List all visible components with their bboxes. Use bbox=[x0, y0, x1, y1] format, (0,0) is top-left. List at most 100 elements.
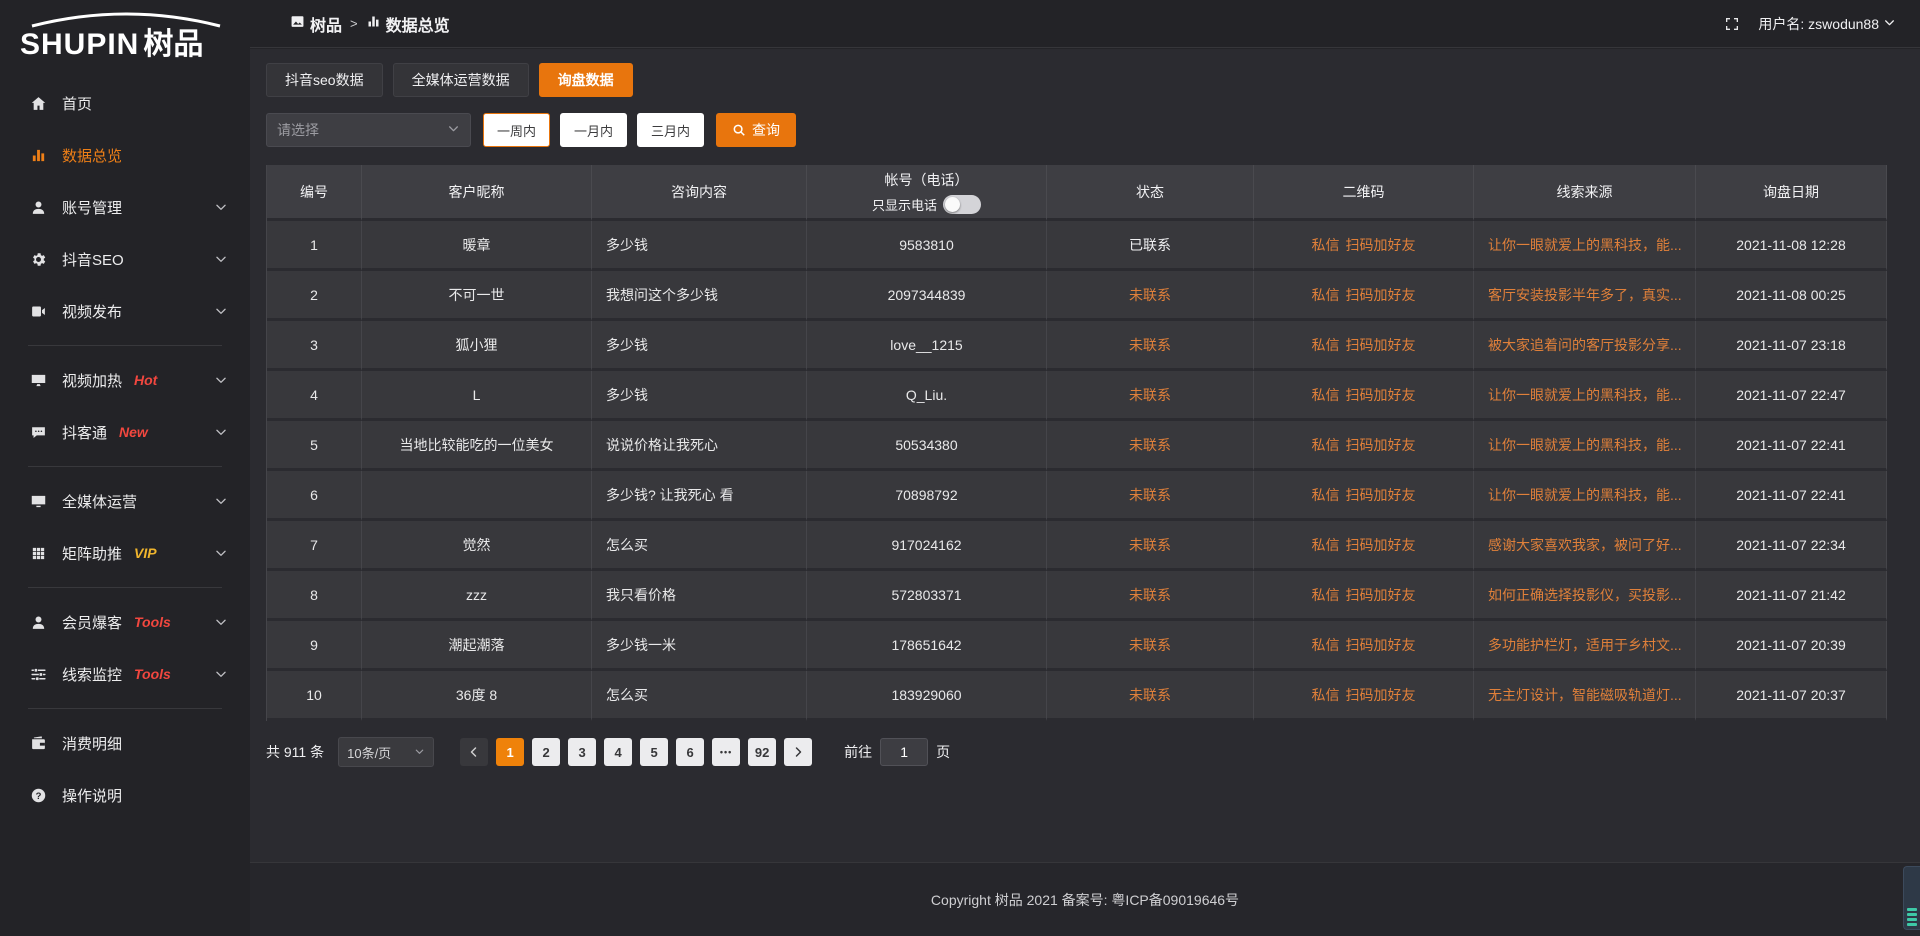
sidebar-item-home[interactable]: 首页 bbox=[0, 77, 250, 129]
goto-page: 前往 页 bbox=[844, 738, 950, 766]
qr-link[interactable]: 扫码加好友 bbox=[1346, 537, 1416, 553]
qr-link[interactable]: 私信 bbox=[1312, 237, 1340, 253]
period-button-1[interactable]: 一周内 bbox=[483, 113, 550, 147]
period-buttons: 一周内一月内三月内 bbox=[483, 113, 704, 147]
sidebar-item-label: 矩阵助推 bbox=[62, 543, 122, 564]
question-icon: ? bbox=[28, 787, 48, 804]
table-row: 1036度 8怎么买183929060未联系私信扫码加好友无主灯设计，智能磁吸轨… bbox=[267, 671, 1887, 721]
page-size-select[interactable]: 10条/页 bbox=[338, 737, 434, 767]
sidebar-item-omnimedia-operation[interactable]: 全媒体运营 bbox=[0, 475, 250, 527]
sidebar-item-label: 会员爆客 bbox=[62, 612, 122, 633]
sidebar-item-operation-guide[interactable]: ?操作说明 bbox=[0, 769, 250, 821]
sidebar-item-video-publish[interactable]: 视频发布 bbox=[0, 285, 250, 337]
cell-index: 7 bbox=[267, 521, 362, 571]
qr-link[interactable]: 扫码加好友 bbox=[1346, 337, 1416, 353]
qr-link[interactable]: 扫码加好友 bbox=[1346, 587, 1416, 603]
sidebar-item-badge: VIP bbox=[134, 545, 157, 561]
sidebar-item-clue-monitor[interactable]: 线索监控Tools bbox=[0, 648, 250, 700]
qr-link[interactable]: 私信 bbox=[1312, 337, 1340, 353]
period-button-2[interactable]: 一月内 bbox=[560, 113, 627, 147]
header-status: 状态 bbox=[1047, 165, 1254, 221]
cell-nickname: 36度 8 bbox=[362, 671, 592, 721]
page-button-6[interactable]: 6 bbox=[676, 738, 704, 766]
sidebar-item-douketong[interactable]: 抖客通New bbox=[0, 406, 250, 458]
tab-omnimedia-data[interactable]: 全媒体运营数据 bbox=[393, 63, 529, 97]
qr-link[interactable]: 私信 bbox=[1312, 687, 1340, 703]
qr-link[interactable]: 私信 bbox=[1312, 587, 1340, 603]
search-button-label: 查询 bbox=[752, 120, 780, 140]
phone-only-toggle[interactable] bbox=[943, 195, 981, 214]
tab-inquiry-data[interactable]: 询盘数据 bbox=[539, 63, 633, 97]
qr-link[interactable]: 扫码加好友 bbox=[1346, 487, 1416, 503]
cell-nickname bbox=[362, 471, 592, 521]
sidebar-item-matrix-boost[interactable]: 矩阵助推 VIP bbox=[0, 527, 250, 579]
breadcrumb-item-home[interactable]: 树品 bbox=[290, 12, 342, 36]
breadcrumb-item-current[interactable]: 数据总览 bbox=[366, 12, 450, 36]
video-icon bbox=[28, 303, 48, 320]
filter-select[interactable]: 请选择 bbox=[266, 113, 471, 147]
header-nickname: 客户昵称 bbox=[362, 165, 592, 221]
goto-page-input[interactable] bbox=[880, 738, 928, 766]
qr-link[interactable]: 扫码加好友 bbox=[1346, 287, 1416, 303]
qr-link[interactable]: 私信 bbox=[1312, 637, 1340, 653]
qr-link[interactable]: 扫码加好友 bbox=[1346, 637, 1416, 653]
sidebar-item-consumption-detail[interactable]: 消费明细 bbox=[0, 717, 250, 769]
cell-nickname: 暖章 bbox=[362, 221, 592, 271]
next-page-button[interactable] bbox=[784, 738, 812, 766]
logo-text: SHUPIN树品 bbox=[20, 28, 250, 61]
page-button-4[interactable]: 4 bbox=[604, 738, 632, 766]
qr-link[interactable]: 扫码加好友 bbox=[1346, 437, 1416, 453]
cell-source: 让你一眼就爱上的黑科技，能... bbox=[1474, 471, 1696, 521]
source-link[interactable]: 让你一眼就爱上的黑科技，能... bbox=[1488, 387, 1682, 403]
qr-link[interactable]: 扫码加好友 bbox=[1346, 237, 1416, 253]
sidebar-item-member-baoke[interactable]: 会员爆客Tools bbox=[0, 596, 250, 648]
sidebar-item-data-overview[interactable]: 数据总览 bbox=[0, 129, 250, 181]
page-button-3[interactable]: 3 bbox=[568, 738, 596, 766]
cell-index: 5 bbox=[267, 421, 362, 471]
header-qrcode: 二维码 bbox=[1254, 165, 1474, 221]
source-link[interactable]: 被大家追着问的客厅投影分享... bbox=[1488, 337, 1682, 353]
cell-content: 多少钱一米 bbox=[592, 621, 807, 671]
sidebar-item-video-heating[interactable]: 视频加热Hot bbox=[0, 354, 250, 406]
user-menu[interactable]: 用户名: zswodun88 bbox=[1758, 14, 1896, 34]
page-button-92[interactable]: 92 bbox=[748, 738, 776, 766]
qr-link[interactable]: 私信 bbox=[1312, 387, 1340, 403]
page-button-2[interactable]: 2 bbox=[532, 738, 560, 766]
source-link[interactable]: 让你一眼就爱上的黑科技，能... bbox=[1488, 437, 1682, 453]
pagination: 共 911 条 10条/页 123456•••92 前往 页 bbox=[266, 737, 1886, 767]
chevron-down-icon bbox=[214, 546, 228, 560]
source-link[interactable]: 感谢大家喜欢我家，被问了好... bbox=[1488, 537, 1682, 553]
tab-douyin-seo-data[interactable]: 抖音seo数据 bbox=[266, 63, 383, 97]
fullscreen-icon[interactable] bbox=[1724, 16, 1740, 32]
cell-content: 多少钱 bbox=[592, 221, 807, 271]
source-link[interactable]: 让你一眼就爱上的黑科技，能... bbox=[1488, 487, 1682, 503]
page-button-1[interactable]: 1 bbox=[496, 738, 524, 766]
source-link[interactable]: 无主灯设计，智能磁吸轨道灯... bbox=[1488, 687, 1682, 703]
source-link[interactable]: 多功能护栏灯，适用于乡村文... bbox=[1488, 637, 1682, 653]
header-account-label: 帐号（电话） bbox=[807, 170, 1046, 190]
qr-link[interactable]: 扫码加好友 bbox=[1346, 687, 1416, 703]
cell-qrcode: 私信扫码加好友 bbox=[1254, 371, 1474, 421]
cell-date: 2021-11-07 21:42 bbox=[1696, 571, 1887, 621]
sidebar-item-account-management[interactable]: 账号管理 bbox=[0, 181, 250, 233]
qr-link[interactable]: 私信 bbox=[1312, 437, 1340, 453]
page-ellipsis[interactable]: ••• bbox=[712, 738, 740, 766]
qr-link[interactable]: 私信 bbox=[1312, 537, 1340, 553]
cell-source: 让你一眼就爱上的黑科技，能... bbox=[1474, 221, 1696, 271]
search-button[interactable]: 查询 bbox=[716, 113, 796, 147]
prev-page-button[interactable] bbox=[460, 738, 488, 766]
source-link[interactable]: 客厅安装投影半年多了，真实... bbox=[1488, 287, 1682, 303]
qr-link[interactable]: 扫码加好友 bbox=[1346, 387, 1416, 403]
period-button-3[interactable]: 三月内 bbox=[637, 113, 704, 147]
cell-index: 3 bbox=[267, 321, 362, 371]
page-button-5[interactable]: 5 bbox=[640, 738, 668, 766]
sidebar-item-douyin-seo[interactable]: 抖音SEO bbox=[0, 233, 250, 285]
data-tabs: 抖音seo数据全媒体运营数据询盘数据 bbox=[266, 63, 1886, 97]
source-link[interactable]: 如何正确选择投影仪，买投影... bbox=[1488, 587, 1682, 603]
sidebar-item-label: 线索监控 bbox=[62, 664, 122, 685]
qr-link[interactable]: 私信 bbox=[1312, 487, 1340, 503]
source-link[interactable]: 让你一眼就爱上的黑科技，能... bbox=[1488, 237, 1682, 253]
floating-widget[interactable] bbox=[1903, 866, 1920, 930]
qr-link[interactable]: 私信 bbox=[1312, 287, 1340, 303]
chevron-down-icon bbox=[214, 304, 228, 318]
